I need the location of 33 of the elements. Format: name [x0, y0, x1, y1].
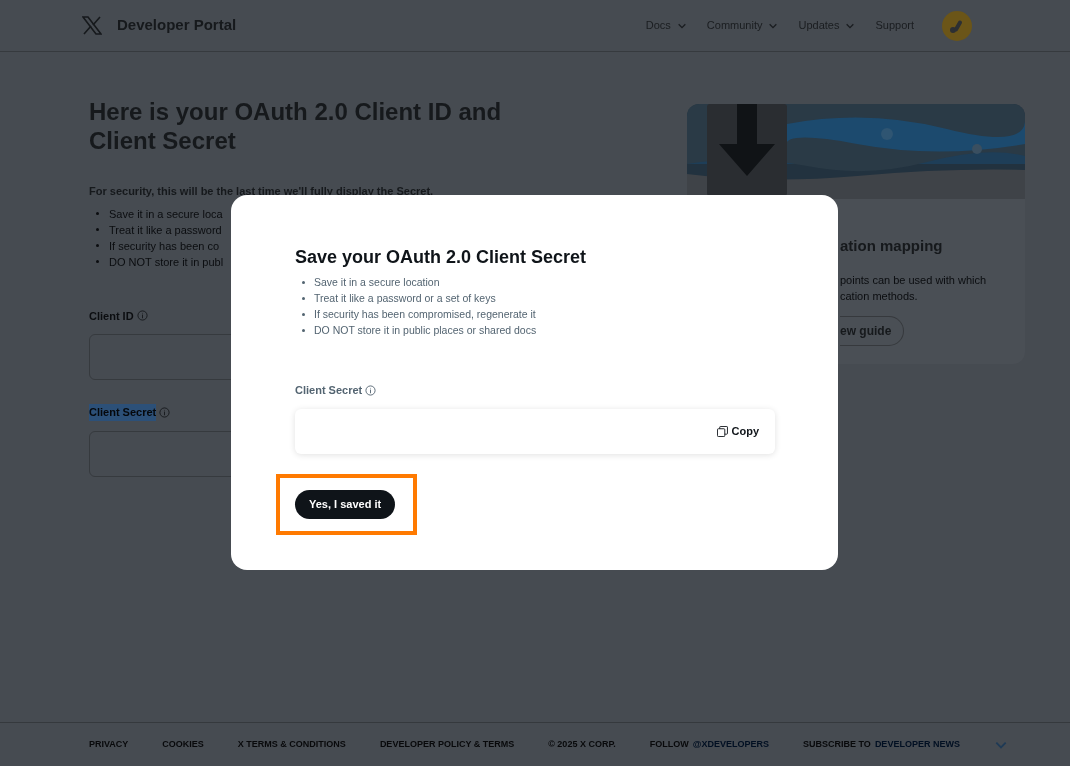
- footer-link[interactable]: DEVELOPER NEWS: [874, 737, 960, 752]
- bullet-text: Save it in a secure location: [314, 275, 440, 290]
- footer-link[interactable]: SUBSCRIBE TO: [803, 737, 871, 752]
- footer-link[interactable]: FOLLOW: [649, 737, 689, 752]
- footer-link[interactable]: DEVELOPER POLICY & TERMS: [379, 737, 515, 752]
- field-label: Client Secret: [295, 383, 363, 398]
- info-icon: [159, 406, 171, 418]
- confirm-button[interactable]: Yes, I saved it: [295, 489, 396, 519]
- x-logo-icon: [82, 16, 102, 35]
- bullet-text: If security has been compromised, regenerate it: [314, 307, 536, 322]
- footer-link[interactable]: © 2025 X CORP.: [548, 737, 616, 752]
- secret-field[interactable]: Copy: [295, 408, 775, 454]
- footer-link[interactable]: PRIVACY: [89, 737, 129, 752]
- bullet-text: DO NOT store it in public places or shared docs: [314, 323, 537, 338]
- footer-link[interactable]: X TERMS & CONDITIONS: [237, 737, 346, 752]
- bullet-text: DO NOT store it in publ: [109, 254, 224, 270]
- copy-button[interactable]: Copy: [716, 422, 759, 440]
- bullet-text: If security has been co: [109, 238, 220, 254]
- card-text: cation methods.: [840, 288, 919, 304]
- bullet-text: Save it in a secure loca: [109, 206, 223, 222]
- footer-link[interactable]: @XDEVELOPERS: [692, 737, 770, 752]
- info-icon: [365, 384, 377, 396]
- bullet-text: Treat it like a password: [109, 222, 222, 238]
- info-icon: [136, 310, 148, 322]
- copy-icon: [716, 425, 728, 437]
- card-text: points can be used with which: [840, 272, 988, 288]
- field-label: Client ID: [89, 308, 134, 324]
- card-title: ation mapping: [840, 236, 944, 256]
- bullet-text: Treat it like a password or a set of keys: [314, 291, 496, 306]
- dialog-title: Save your OAuth 2.0 Client Secret: [295, 246, 588, 268]
- field-label: Client Secret: [89, 404, 157, 421]
- avatar[interactable]: [942, 10, 972, 41]
- footer-link[interactable]: COOKIES: [162, 737, 204, 752]
